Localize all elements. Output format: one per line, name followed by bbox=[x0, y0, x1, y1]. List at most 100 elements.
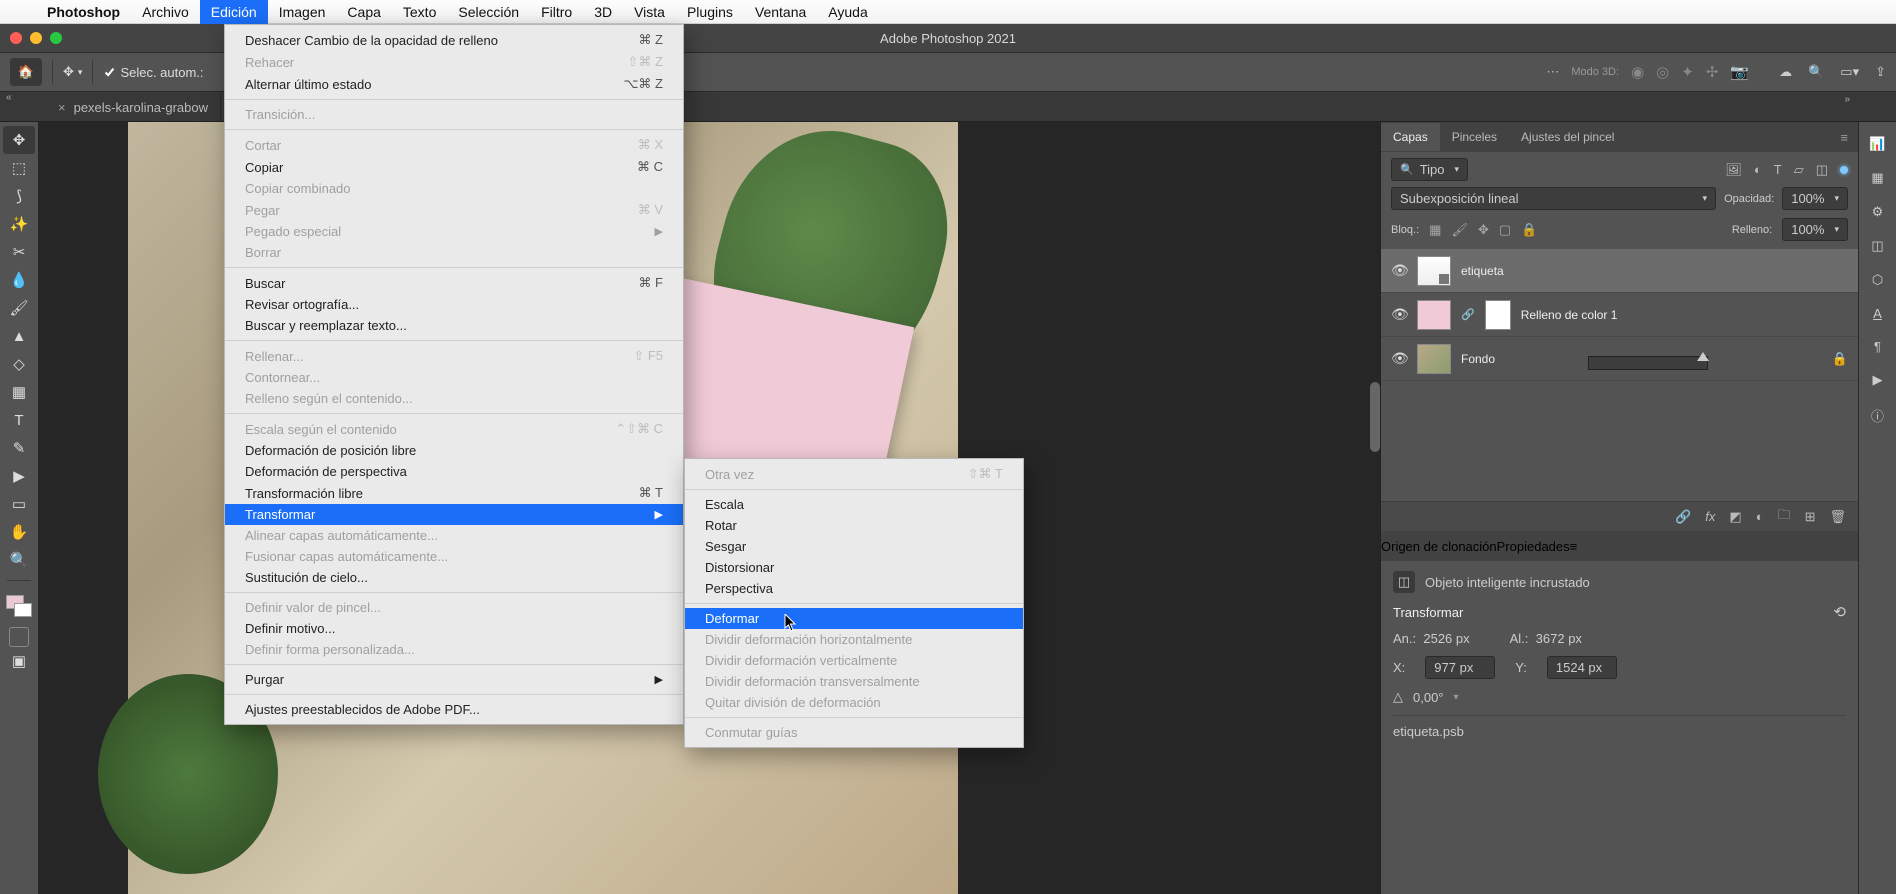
menu-item[interactable]: Purgar▶ bbox=[225, 669, 683, 690]
menu-item[interactable]: Deformación de perspectiva bbox=[225, 461, 683, 482]
search-icon[interactable]: 🔍 bbox=[1808, 64, 1824, 80]
menu-item[interactable]: Distorsionar bbox=[685, 557, 1023, 578]
mac-menu-archivo[interactable]: Archivo bbox=[131, 0, 200, 24]
mac-menu-capa[interactable]: Capa bbox=[336, 0, 391, 24]
type-tool[interactable]: T bbox=[3, 406, 35, 434]
move-tool[interactable]: ✥ bbox=[3, 126, 35, 154]
color-swatch[interactable] bbox=[6, 595, 32, 617]
adjustment-icon[interactable]: ◐ bbox=[1756, 509, 1764, 524]
mac-menu-plugins[interactable]: Plugins bbox=[676, 0, 744, 24]
hand-tool[interactable]: ✋ bbox=[3, 518, 35, 546]
autoselect-checkbox[interactable]: Selec. autom.: bbox=[103, 65, 203, 80]
menu-item[interactable]: Transformación libre⌘ T bbox=[225, 482, 683, 504]
wand-tool[interactable]: ✨ bbox=[3, 210, 35, 238]
panel-menu-icon[interactable]: ≡ bbox=[1830, 130, 1858, 145]
visibility-icon[interactable]: 👁 bbox=[1391, 350, 1407, 367]
fill-field[interactable]: 100%▾ bbox=[1782, 218, 1848, 241]
menu-item[interactable]: Rotar bbox=[685, 515, 1023, 536]
pen-tool[interactable]: ✎ bbox=[3, 434, 35, 462]
swatches-icon[interactable]: ▦ bbox=[1871, 170, 1883, 186]
visibility-icon[interactable]: 👁 bbox=[1391, 262, 1407, 279]
rectangle-tool[interactable]: ▭ bbox=[3, 490, 35, 518]
eyedropper-tool[interactable]: 💧 bbox=[3, 266, 35, 294]
menu-item[interactable]: Definir motivo... bbox=[225, 618, 683, 639]
layer-relleno-color[interactable]: 👁 🔗 Relleno de color 1 bbox=[1381, 293, 1858, 337]
adjust-panel-icon[interactable]: ⚙ bbox=[1872, 204, 1884, 220]
menu-item[interactable]: Buscar⌘ F bbox=[225, 272, 683, 294]
histogram-icon[interactable]: 📊 bbox=[1869, 136, 1885, 152]
lock-move-icon[interactable]: ✥ bbox=[1478, 222, 1489, 238]
layer-thumb[interactable] bbox=[1417, 344, 1451, 374]
mode3d-icons[interactable]: ◉◎✦✢📷 bbox=[1631, 63, 1749, 81]
mac-menu-texto[interactable]: Texto bbox=[392, 0, 447, 24]
menu-item[interactable]: Transformar▶ bbox=[225, 504, 683, 525]
menu-item[interactable]: Perspectiva bbox=[685, 578, 1023, 599]
mac-menu-filtro[interactable]: Filtro bbox=[530, 0, 583, 24]
filter-adjust-icon[interactable]: ◐ bbox=[1754, 162, 1762, 177]
lock-artboard-icon[interactable]: ▢ bbox=[1499, 222, 1511, 238]
active-tool-icon[interactable]: ✥ ▾ bbox=[63, 64, 82, 80]
mac-menu-edición[interactable]: Edición bbox=[200, 0, 268, 24]
panel-menu-icon[interactable]: ≡ bbox=[1570, 539, 1578, 554]
stamp-tool[interactable]: ▲ bbox=[3, 322, 35, 350]
crop-tool[interactable]: ✂ bbox=[3, 238, 35, 266]
lock-pixels-icon[interactable]: ▦ bbox=[1429, 222, 1441, 238]
lock-icon[interactable]: 🔒 bbox=[1832, 351, 1848, 367]
lock-all-icon[interactable]: 🔒 bbox=[1521, 222, 1537, 238]
menu-item[interactable]: Sesgar bbox=[685, 536, 1023, 557]
layer-thumb[interactable] bbox=[1417, 300, 1451, 330]
brush-tool[interactable]: 🖌 bbox=[3, 294, 35, 322]
mac-menu-ventana[interactable]: Ventana bbox=[744, 0, 817, 24]
layer-name-label[interactable]: Relleno de color 1 bbox=[1521, 308, 1618, 322]
opacity-field[interactable]: 100%▾ bbox=[1782, 187, 1848, 210]
panel-collapse-icon[interactable]: « bbox=[6, 92, 12, 103]
path-select-tool[interactable]: ▶ bbox=[3, 462, 35, 490]
menu-item[interactable]: Buscar y reemplazar texto... bbox=[225, 315, 683, 336]
mac-menu-selección[interactable]: Selección bbox=[447, 0, 530, 24]
group-icon[interactable]: 🗀 bbox=[1778, 506, 1791, 528]
mac-menu-ayuda[interactable]: Ayuda bbox=[817, 0, 878, 24]
layer-name-label[interactable]: Fondo bbox=[1461, 352, 1495, 366]
tab-ajustes-pincel[interactable]: Ajustes del pincel bbox=[1509, 123, 1626, 151]
mac-menu-3d[interactable]: 3D bbox=[583, 0, 623, 24]
home-button[interactable]: 🏠 bbox=[10, 58, 42, 86]
menu-item[interactable]: Deformar bbox=[685, 608, 1023, 629]
menu-item[interactable]: Sustitución de cielo... bbox=[225, 567, 683, 588]
doc-tab-0[interactable]: ×pexels-karolina-grabow bbox=[46, 94, 221, 121]
gradient-tool[interactable]: ▦ bbox=[3, 378, 35, 406]
info-icon[interactable]: ⓘ bbox=[1871, 406, 1884, 425]
tab-origen-clonacion[interactable]: Origen de clonación bbox=[1381, 539, 1497, 554]
app-menu-photoshop[interactable]: Photoshop bbox=[36, 0, 131, 24]
eraser-tool[interactable]: ◇ bbox=[3, 350, 35, 378]
tab-capas[interactable]: Capas bbox=[1381, 123, 1440, 151]
link-icon[interactable]: 🔗 bbox=[1461, 308, 1475, 321]
cloud-icon[interactable]: ☁ bbox=[1779, 64, 1792, 80]
filter-smart-icon[interactable]: ◫ bbox=[1816, 162, 1828, 178]
share-icon[interactable]: ⇪ bbox=[1875, 64, 1886, 80]
character-icon[interactable]: A bbox=[1873, 306, 1882, 321]
blend-mode-dropdown[interactable]: Subexposición lineal▾ bbox=[1391, 187, 1716, 210]
menu-item[interactable]: Copiar⌘ C bbox=[225, 156, 683, 178]
new-layer-icon[interactable]: ⊞ bbox=[1805, 509, 1816, 525]
layer-thumb[interactable] bbox=[1417, 256, 1451, 286]
filter-shape-icon[interactable]: ▱ bbox=[1794, 162, 1804, 178]
menu-item[interactable]: Ajustes preestablecidos de Adobe PDF... bbox=[225, 699, 683, 720]
y-field[interactable]: 1524 px bbox=[1547, 656, 1617, 679]
filter-img-icon[interactable]: 🖼 bbox=[1725, 162, 1742, 178]
visibility-icon[interactable]: 👁 bbox=[1391, 306, 1407, 323]
opacity-slider-popup[interactable] bbox=[1588, 356, 1708, 370]
lock-brush-icon[interactable]: 🖌 bbox=[1451, 222, 1468, 238]
3d-icon[interactable]: ⬡ bbox=[1872, 272, 1883, 288]
link-layers-icon[interactable]: 🔗 bbox=[1675, 509, 1691, 525]
layer-name-label[interactable]: etiqueta bbox=[1461, 264, 1504, 278]
quickmask-toggle[interactable] bbox=[9, 627, 29, 647]
window-controls[interactable] bbox=[10, 32, 62, 44]
layer-mask-thumb[interactable] bbox=[1485, 300, 1511, 330]
trash-icon[interactable]: 🗑 bbox=[1829, 509, 1846, 525]
libraries-icon[interactable]: ◫ bbox=[1871, 238, 1883, 254]
mac-menu-imagen[interactable]: Imagen bbox=[268, 0, 337, 24]
mac-menu-vista[interactable]: Vista bbox=[623, 0, 676, 24]
screenmode-toggle[interactable]: ▣ bbox=[3, 647, 35, 675]
lasso-tool[interactable]: ⟆ bbox=[3, 182, 35, 210]
paragraph-icon[interactable]: ¶ bbox=[1874, 339, 1881, 354]
